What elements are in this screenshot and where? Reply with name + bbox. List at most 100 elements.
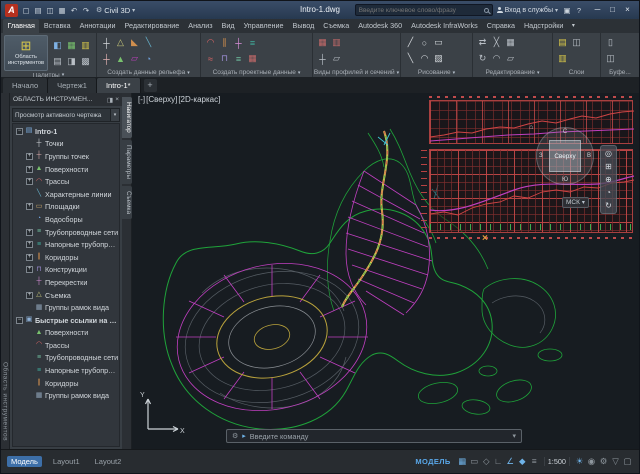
points-icon[interactable]: ┼ [100,35,113,50]
combo-dropdown-icon[interactable]: ▾ [110,109,119,121]
tree-expander[interactable] [26,367,33,374]
hatch-icon[interactable]: ▨ [432,51,445,66]
toolspace-button[interactable]: ⊞ Область инструментов [4,35,48,71]
viewcube-top-face[interactable]: Сверху [549,140,581,172]
redo-icon[interactable]: ↷ [81,6,91,15]
tree-item[interactable]: ◠ Трассы [13,339,119,352]
tree-item[interactable]: + ◠ Трассы [13,175,119,188]
layer-list-icon[interactable]: ▥ [556,51,569,66]
panel-footer-profiles[interactable]: Виды профилей и сечений▾ [313,68,400,77]
help-icon[interactable]: ? [574,6,584,15]
mass-haul-icon[interactable]: ▱ [330,51,343,66]
array-icon[interactable]: ▦ [504,35,517,50]
tree-expander[interactable] [26,279,33,286]
zoom-icon[interactable]: ⊕ [605,175,612,184]
polyline-icon[interactable]: ╲ [404,51,417,66]
section-views-icon[interactable]: ▥ [330,35,343,50]
tree-expander[interactable]: + [26,254,33,261]
viewcube-east-label[interactable]: В [587,153,591,159]
corridor-icon[interactable]: ∥ [218,35,231,50]
new-drawing-tab-button[interactable]: + [144,79,157,92]
copy-clip-icon[interactable]: ◫ [604,51,617,66]
panel-footer-draw[interactable]: Рисование▾ [401,68,472,77]
command-prompt-text[interactable]: Введите команду [250,432,509,441]
tree-expander[interactable]: + [26,178,33,185]
showmotion-icon[interactable]: ↻ [605,201,612,210]
tree-expander[interactable] [26,392,33,399]
clean-screen-icon[interactable]: ▢ [622,456,633,467]
fillet-icon[interactable]: ◠ [490,51,503,66]
tree-expander[interactable]: + [26,229,33,236]
navigation-wheel-icon[interactable]: ◎ [605,149,612,158]
close-icon[interactable]: × [115,96,119,103]
ribbon-tab[interactable]: Вид [217,19,239,33]
viewcube-home-icon[interactable]: ⌂ [529,124,533,131]
tree-item[interactable]: − ▣ Быстрые ссылки на данные [...] [13,314,119,327]
circle-icon[interactable]: ○ [418,35,431,50]
intersection-icon[interactable]: ┼ [232,35,245,50]
viewcube[interactable]: ⌂ С В Ю З Сверху [536,127,594,185]
ribbon-tab[interactable]: Autodesk 360 [354,19,407,33]
tree-item[interactable]: ≡ Трубопроводные сети [13,352,119,365]
ribbon-tab[interactable]: Редактирование [120,19,184,33]
tree-expander[interactable]: − [16,317,23,324]
plot-icon[interactable]: ▦ [57,6,67,15]
ribbon-tab[interactable]: Autodesk InfraWorks [407,19,483,33]
tree-expander[interactable] [26,329,33,336]
pan-icon[interactable]: ⊞ [605,162,612,171]
offset-icon[interactable]: ▱ [504,51,517,66]
surfaces-icon[interactable]: ▲ [114,51,127,66]
autoscale-icon[interactable]: ◉ [586,456,597,467]
close-button[interactable]: × [620,1,635,19]
viewcube-south-label[interactable]: Ю [562,177,568,183]
active-drawing-view-combo[interactable]: Просмотр активного чертежа ▾ [12,108,120,122]
layer-state-icon[interactable]: ◫ [570,35,583,50]
palette-anchor-bar[interactable]: Область инструментов [1,93,10,449]
ribbon-tab-overflow-icon[interactable]: ▾ [568,19,579,33]
model-viewport[interactable]: [-] [Сверху] [2D-каркас] [132,93,639,449]
tree-item[interactable]: ┼ Перекрестки [13,276,119,289]
tree-expander[interactable]: − [16,128,23,135]
pipe-network-icon[interactable]: ≡ [232,51,245,66]
tree-item[interactable]: + ≡ Напорные трубопроводные сети [13,238,119,251]
tree-expander[interactable] [26,342,33,349]
customize-icon[interactable]: ⚙ [232,432,238,440]
feature-line-icon[interactable]: ╲ [142,35,155,50]
undo-icon[interactable]: ↶ [69,6,79,15]
ribbon-tab[interactable]: Справка [482,19,519,33]
tree-expander[interactable]: + [26,166,33,173]
survey-toolspace-icon[interactable]: ▦ [65,38,78,53]
annotation-scale[interactable]: 1:500 [544,457,570,466]
toolspace-tab[interactable]: Навигатор [122,97,132,138]
signin-button[interactable]: Вход в службы ▾ [497,7,558,14]
event-viewer-icon[interactable]: ▩ [79,54,92,69]
tree-item[interactable]: ◔ Водосборы [13,213,119,226]
move-icon[interactable]: ⇄ [476,35,489,50]
workspace-switching-icon[interactable]: ⚙ [598,456,609,467]
point-creation-tools-icon[interactable]: ┼ [100,51,113,66]
tree-item[interactable]: + ∥ Коридоры [13,251,119,264]
tree-item[interactable]: ▲ Поверхности [13,327,119,340]
tree-item[interactable]: ┼ Точки [13,138,119,151]
grid-display-icon[interactable]: ▦ [457,456,468,467]
object-snap-tracking-icon[interactable]: ≡ [529,456,540,467]
toolspace-tab[interactable]: Съемка [122,186,132,219]
tree-item[interactable]: ╲ Характерные линии [13,188,119,201]
assembly-icon[interactable]: ⊓ [218,51,231,66]
toolspace-tab[interactable]: Параметры [122,140,132,184]
profile-icon[interactable]: ≈ [204,51,217,66]
ribbon-tab[interactable]: Аннотации [75,19,120,33]
ribbon-tab[interactable]: Управление [239,19,288,33]
paste-icon[interactable]: ▯ [604,35,617,50]
tree-item[interactable]: ≡ Напорные трубопроводные сети [13,364,119,377]
viewcube-west-label[interactable]: З [539,153,543,159]
profile-view-create-icon[interactable]: ▦ [246,51,259,66]
ribbon-tab[interactable]: Вставка [39,19,75,33]
drawing-tab[interactable]: Начало [3,78,48,93]
new-file-icon[interactable]: ▢ [21,6,31,15]
tree-expander[interactable] [26,191,33,198]
tree-expander[interactable] [26,304,33,311]
object-snap-icon[interactable]: ◆ [517,456,528,467]
panel-footer-clipboard[interactable]: Буфе... [601,68,639,77]
ribbon-tab[interactable]: Анализ [184,19,217,33]
